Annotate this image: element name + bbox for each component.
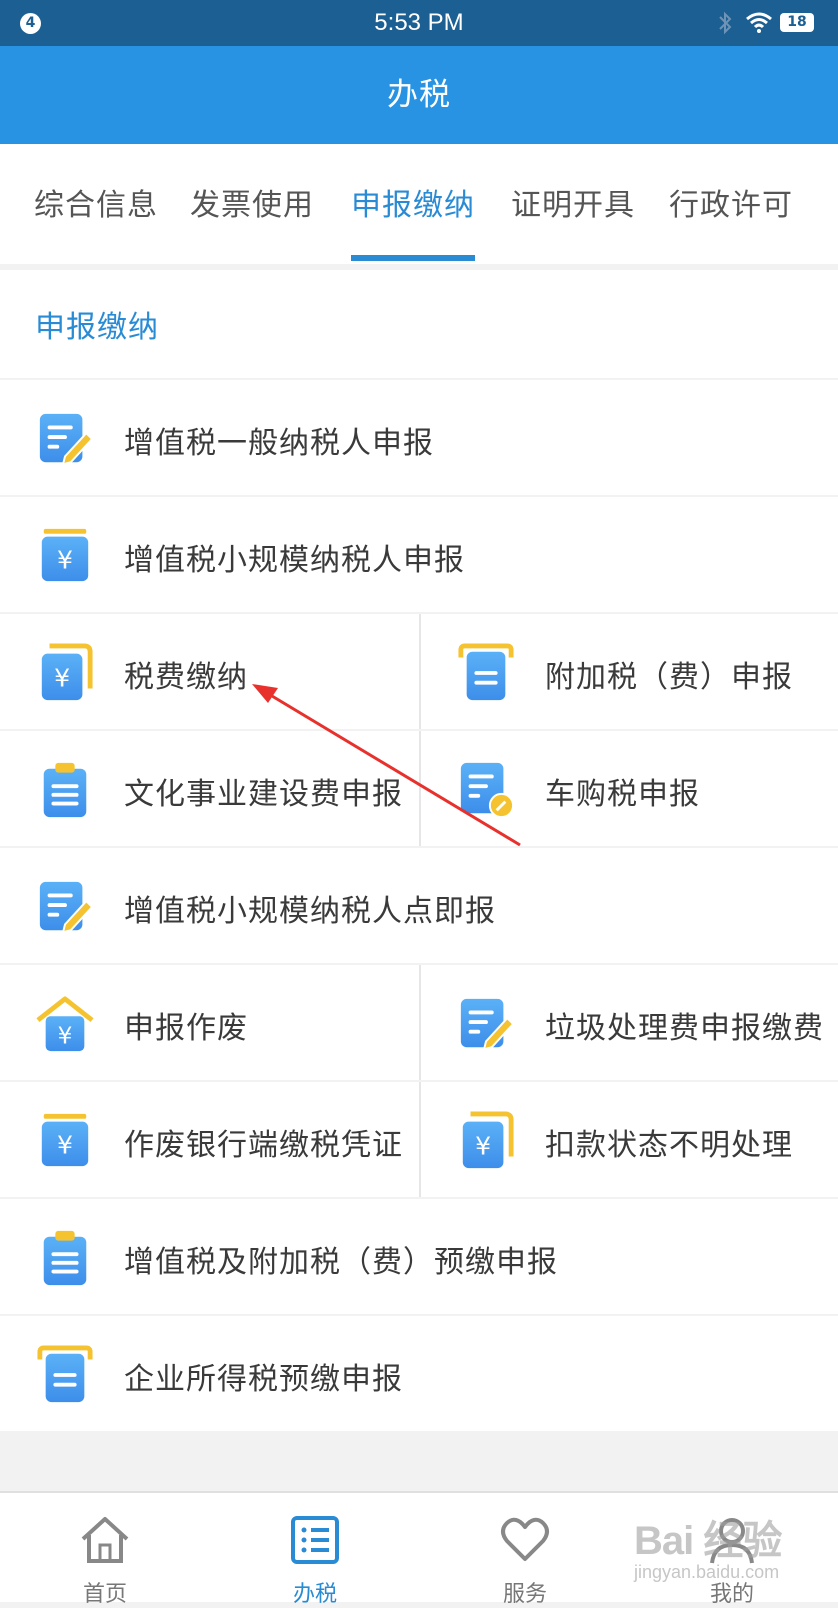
home-icon [81,1517,129,1563]
baidu-jingyan-watermark: Bai 经验 jingyan.baidu.com [634,1508,782,1583]
watermark-brand: Bai 经验 [634,1519,782,1563]
heart-icon [501,1517,549,1561]
tab-tax[interactable]: 办税 [245,1493,385,1607]
tab-home[interactable]: 首页 [35,1493,175,1607]
tab-label: 服务 [502,1582,547,1607]
tab-label: 办税 [292,1582,337,1607]
tab-label: 首页 [82,1582,127,1607]
list-icon [291,1516,339,1564]
watermark-url: jingyan.baidu.com [634,1562,780,1582]
annotation-arrow [252,684,521,847]
tab-service[interactable]: 服务 [455,1493,595,1607]
